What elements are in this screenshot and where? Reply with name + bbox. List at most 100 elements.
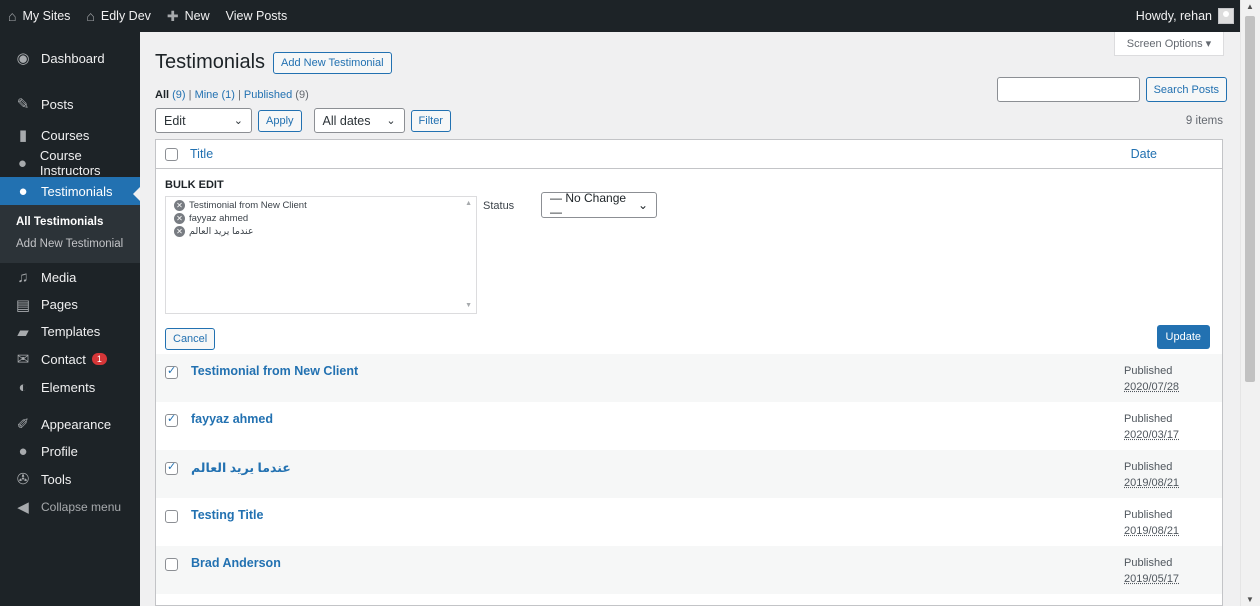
bulk-action-value: Edit <box>164 113 186 128</box>
bulk-edit-item: ✕ fayyaz ahmed <box>174 213 468 224</box>
add-new-testimonial-button[interactable]: Add New Testimonial <box>273 51 392 74</box>
view-posts-link[interactable]: View Posts <box>218 0 296 32</box>
row-checkbox[interactable] <box>165 412 178 427</box>
submenu-add-new-testimonial[interactable]: Add New Testimonial <box>0 233 140 255</box>
sidebar-item-label: Media <box>41 269 77 285</box>
search-posts-button[interactable]: Search Posts <box>1145 77 1227 102</box>
apply-button[interactable]: Apply <box>258 109 302 132</box>
screen-options-button[interactable]: Screen Options ▾ <box>1114 32 1224 56</box>
status-select[interactable]: — No Change — ⌄ <box>541 191 657 219</box>
row-date: Published 2019/08/21 <box>1124 507 1188 539</box>
sidebar-item-appearance[interactable]: ✐ Appearance <box>0 410 140 438</box>
bulk-edit-panel: BULK EDIT ✕ Testimonial from New Client ✕… <box>156 169 1222 354</box>
select-all-checkbox[interactable] <box>165 147 178 161</box>
my-sites-menu[interactable]: ⌂ My Sites <box>0 0 78 32</box>
row-date: Published 2019/05/17 <box>1124 555 1188 587</box>
sidebar-item-contact[interactable]: ✉ Contact 1 <box>0 345 140 373</box>
row-date-value: 2020/07/28 <box>1124 381 1180 393</box>
book-icon: ▮ <box>18 127 28 144</box>
date-filter-select[interactable]: All dates ⌄ <box>313 108 405 133</box>
chevron-down-icon: ⌄ <box>386 115 396 127</box>
sidebar-item-label: Dashboard <box>41 50 105 66</box>
filter-mine-link[interactable]: Mine (1) <box>195 89 235 101</box>
sidebar-item-dashboard[interactable]: ◉ Dashboard <box>0 41 140 75</box>
table-row: Testing Title Published 2019/08/21 <box>156 498 1222 546</box>
filter-all-count: (9) <box>172 89 186 101</box>
filter-published-link[interactable]: Published (9) <box>244 89 309 101</box>
column-date-header[interactable]: Date <box>1131 147 1157 161</box>
bulk-action-select[interactable]: Edit ⌄ <box>155 108 252 133</box>
sidebar-item-elements[interactable]: ◐ Elements <box>0 373 140 401</box>
column-title-header[interactable]: Title <box>190 147 213 161</box>
table-header: Title Date <box>156 140 1222 169</box>
sidebar-item-pages[interactable]: ▤ Pages <box>0 291 140 318</box>
account-menu[interactable]: Howdy, rehan <box>1128 0 1240 32</box>
cancel-button[interactable]: Cancel <box>165 328 216 350</box>
filter-published-label: Published <box>243 89 293 101</box>
row-status: Published <box>1124 365 1173 377</box>
dashboard-icon: ◉ <box>16 50 30 67</box>
search-input[interactable] <box>996 77 1140 102</box>
sidebar-item-posts[interactable]: ✎ Posts <box>0 87 140 121</box>
filter-button[interactable]: Filter <box>410 109 451 132</box>
sidebar-item-tools[interactable]: ✇ Tools <box>0 465 140 493</box>
submenu-all-testimonials[interactable]: All Testimonials <box>0 211 140 233</box>
sidebar-item-templates[interactable]: ▰ Templates <box>0 318 140 345</box>
table-row: Testimonial from New Client Published 202… <box>156 354 1222 402</box>
caret-down-icon: ▾ <box>1205 38 1212 50</box>
contact-count-badge: 1 <box>91 353 107 365</box>
scrollbar-thumb[interactable] <box>1245 16 1255 382</box>
remove-item-icon[interactable]: ✕ <box>174 213 185 224</box>
row-checkbox[interactable] <box>165 558 178 571</box>
filter-all-link[interactable]: All (9) <box>155 89 186 101</box>
row-title-link[interactable]: fayyaz ahmed <box>191 412 273 426</box>
scroll-down-icon[interactable]: ▼ <box>465 302 472 309</box>
user-icon: ● <box>17 154 27 172</box>
row-date-value: 2019/08/21 <box>1124 477 1180 489</box>
pin-icon: ✎ <box>16 96 30 113</box>
site-name-menu[interactable]: ⌂ Edly Dev <box>78 0 159 32</box>
sidebar-item-course-instructors[interactable]: ● Course Instructors <box>0 148 140 178</box>
row-date: Published 2020/07/28 <box>1124 363 1188 395</box>
pages-icon: ▤ <box>15 296 31 314</box>
new-content-menu[interactable]: ✚ New <box>159 0 218 32</box>
scroll-up-icon[interactable]: ▲ <box>1246 2 1254 11</box>
table-row: Brad Anderson Published 2019/05/17 <box>156 546 1222 594</box>
elements-icon: ◐ <box>18 378 28 396</box>
bulk-edit-item: ✕ Testimonial from New Client <box>174 200 468 211</box>
collapse-menu-button[interactable]: ◀ Collapse menu <box>0 493 140 521</box>
row-title-link[interactable]: Testimonial from New Client <box>191 364 358 378</box>
status-select-value: — No Change — <box>550 191 627 219</box>
bulk-edit-heading: BULK EDIT <box>165 179 224 191</box>
sidebar-item-testimonials[interactable]: ● Testimonials <box>0 177 140 205</box>
bulk-edit-items-list[interactable]: ✕ Testimonial from New Client ✕ fayyaz ahm… <box>165 196 477 314</box>
row-checkbox[interactable] <box>165 364 178 379</box>
bulk-edit-item-label: fayyaz ahmed <box>189 213 249 224</box>
sidebar-item-courses[interactable]: ▮ Courses <box>0 121 140 149</box>
chevron-down-icon: ⌄ <box>637 198 648 212</box>
row-title-link[interactable]: Testing Title <box>191 508 263 522</box>
sidebar-item-profile[interactable]: ● Profile <box>0 438 140 465</box>
brush-icon: ✐ <box>16 416 30 433</box>
row-checkbox[interactable] <box>165 510 178 523</box>
row-title-link[interactable]: Brad Anderson <box>191 556 281 570</box>
page-scrollbar[interactable]: ▲ ▼ <box>1240 0 1260 606</box>
bulk-edit-item: ✕ عندما يريد العالم <box>174 226 468 237</box>
scroll-up-icon[interactable]: ▲ <box>465 200 472 207</box>
row-checkbox[interactable] <box>165 460 178 475</box>
posts-table: Title Date BULK EDIT ✕ Testimonial from N… <box>155 139 1223 606</box>
scroll-down-icon[interactable]: ▼ <box>1246 595 1254 604</box>
status-filter-links: All (9) | Mine (1) | Published (9) <box>155 89 309 101</box>
view-posts-label: View Posts <box>225 9 288 23</box>
update-button[interactable]: Update <box>1156 325 1210 349</box>
sidebar-item-label: Appearance <box>41 416 112 432</box>
sidebar-item-media[interactable]: ♫ Media <box>0 263 140 291</box>
row-title-link[interactable]: عندما يريد العالم <box>191 460 291 475</box>
remove-item-icon[interactable]: ✕ <box>174 226 185 237</box>
home-icon: ⌂ <box>86 8 95 24</box>
collapse-icon: ◀ <box>17 499 29 516</box>
media-icon: ♫ <box>17 268 29 286</box>
folder-icon: ▰ <box>17 323 29 341</box>
remove-item-icon[interactable]: ✕ <box>174 200 185 211</box>
sidebar-item-label: Collapse menu <box>41 500 122 514</box>
